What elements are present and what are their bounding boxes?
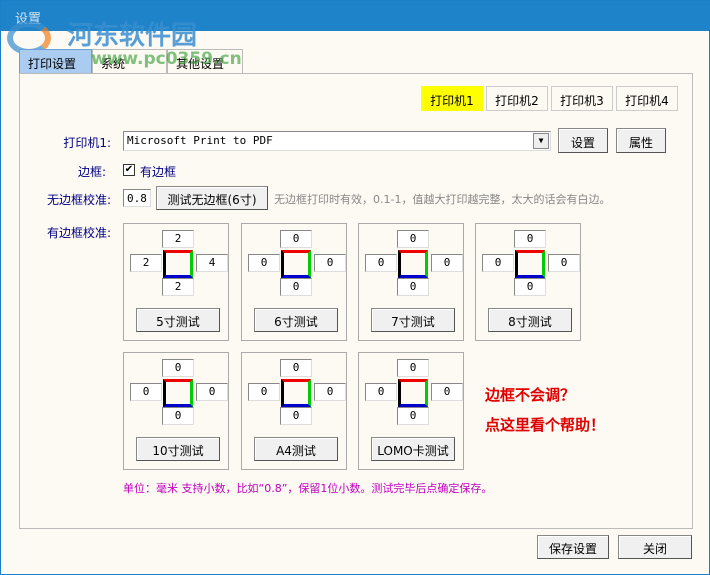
- right-offset-input[interactable]: 0: [314, 254, 346, 272]
- left-offset-input[interactable]: 0: [130, 383, 162, 401]
- printer-label: 打印机1:: [63, 136, 111, 150]
- save-settings-button[interactable]: 保存设置: [537, 535, 609, 559]
- watermark-url: www.pc0359.cn: [91, 49, 242, 69]
- help-link-line1[interactable]: 边框不会调？: [485, 384, 575, 405]
- top-offset-input[interactable]: 0: [397, 359, 429, 377]
- right-offset-input[interactable]: 4: [196, 254, 228, 272]
- bordered-label: 有边框校准:: [46, 226, 111, 240]
- right-offset-input[interactable]: 0: [431, 254, 463, 272]
- close-button[interactable]: 关闭: [618, 535, 692, 559]
- border-frame-icon: [281, 379, 311, 407]
- border-frame-icon: [398, 379, 428, 407]
- top-offset-input[interactable]: 0: [162, 359, 194, 377]
- tab-printer-2[interactable]: 打印机2: [486, 86, 548, 111]
- top-offset-input[interactable]: 0: [397, 230, 429, 248]
- borderless-hint: 无边框打印时有效，0.1-1，值越大打印越完整，太大的话会有白边。: [274, 193, 611, 206]
- top-offset-input[interactable]: 0: [280, 230, 312, 248]
- tab-printer-3[interactable]: 打印机3: [551, 86, 613, 111]
- left-offset-input[interactable]: 0: [365, 254, 397, 272]
- border-frame-icon: [515, 250, 545, 278]
- border-frame-icon: [163, 379, 193, 407]
- printer-setup-button[interactable]: 设置: [558, 128, 608, 153]
- left-offset-input[interactable]: 0: [482, 254, 514, 272]
- calibration-test-button[interactable]: 5寸测试: [136, 308, 220, 332]
- right-offset-input[interactable]: 0: [548, 254, 580, 272]
- calibration-test-button[interactable]: LOMO卡测试: [371, 437, 455, 461]
- test-borderless-button[interactable]: 测试无边框(6寸): [156, 186, 268, 210]
- calibration-box: 2 2 4 2 5寸测试: [123, 223, 229, 341]
- bottom-offset-input[interactable]: 0: [397, 278, 429, 296]
- watermark: 河东软件园: [67, 21, 198, 51]
- border-frame-icon: [281, 250, 311, 278]
- calibration-test-button[interactable]: 10寸测试: [136, 437, 220, 461]
- help-link-line2[interactable]: 点这里看个帮助！: [485, 414, 605, 435]
- bottom-offset-input[interactable]: 2: [162, 278, 194, 296]
- borderless-input[interactable]: 0.8: [123, 189, 151, 207]
- bottom-offset-input[interactable]: 0: [280, 407, 312, 425]
- bottom-offset-input[interactable]: 0: [280, 278, 312, 296]
- tab-printer-4[interactable]: 打印机4: [616, 86, 678, 111]
- right-offset-input[interactable]: 0: [431, 383, 463, 401]
- printer-tabs: 打印机1 打印机2 打印机3 打印机4: [421, 86, 678, 111]
- tab-print-settings[interactable]: 打印设置: [19, 49, 92, 74]
- bottom-offset-input[interactable]: 0: [397, 407, 429, 425]
- right-offset-input[interactable]: 0: [314, 383, 346, 401]
- calibration-box: 0 0 0 0 7寸测试: [358, 223, 464, 341]
- printer-value: Microsoft Print to PDF: [127, 134, 273, 147]
- bottom-offset-input[interactable]: 0: [162, 407, 194, 425]
- tab-printer-1[interactable]: 打印机1: [421, 86, 483, 111]
- printer-select[interactable]: Microsoft Print to PDF ▼: [123, 131, 551, 151]
- left-offset-input[interactable]: 0: [248, 383, 280, 401]
- top-offset-input[interactable]: 0: [514, 230, 546, 248]
- calibration-box: 0 0 0 0 LOMO卡测试: [358, 352, 464, 470]
- borderless-label: 无边框校准:: [46, 193, 111, 207]
- unit-note: 单位：毫米 支持小数，比如“0.8”，保留1位小数。测试完毕后点确定保存。: [123, 482, 493, 495]
- left-offset-input[interactable]: 0: [365, 383, 397, 401]
- border-frame-icon: [398, 250, 428, 278]
- border-label: 边框:: [77, 165, 106, 179]
- calibration-test-button[interactable]: A4测试: [254, 437, 338, 461]
- calibration-box: 0 0 0 0 6寸测试: [241, 223, 347, 341]
- border-frame-icon: [163, 250, 193, 278]
- top-offset-input[interactable]: 2: [162, 230, 194, 248]
- chevron-down-icon[interactable]: ▼: [533, 133, 549, 149]
- border-checkbox-label: 有边框: [140, 165, 177, 179]
- calibration-test-button[interactable]: 8寸测试: [488, 308, 572, 332]
- printer-properties-button[interactable]: 属性: [616, 128, 666, 153]
- calibration-test-button[interactable]: 7寸测试: [371, 308, 455, 332]
- right-offset-input[interactable]: 0: [196, 383, 228, 401]
- calibration-box: 0 0 0 0 8寸测试: [475, 223, 581, 341]
- calibration-test-button[interactable]: 6寸测试: [254, 308, 338, 332]
- border-checkbox[interactable]: ✔: [123, 164, 135, 176]
- left-offset-input[interactable]: 0: [248, 254, 280, 272]
- left-offset-input[interactable]: 2: [130, 254, 162, 272]
- top-offset-input[interactable]: 0: [280, 359, 312, 377]
- bottom-offset-input[interactable]: 0: [514, 278, 546, 296]
- calibration-box: 0 0 0 0 10寸测试: [123, 352, 229, 470]
- calibration-box: 0 0 0 0 A4测试: [241, 352, 347, 470]
